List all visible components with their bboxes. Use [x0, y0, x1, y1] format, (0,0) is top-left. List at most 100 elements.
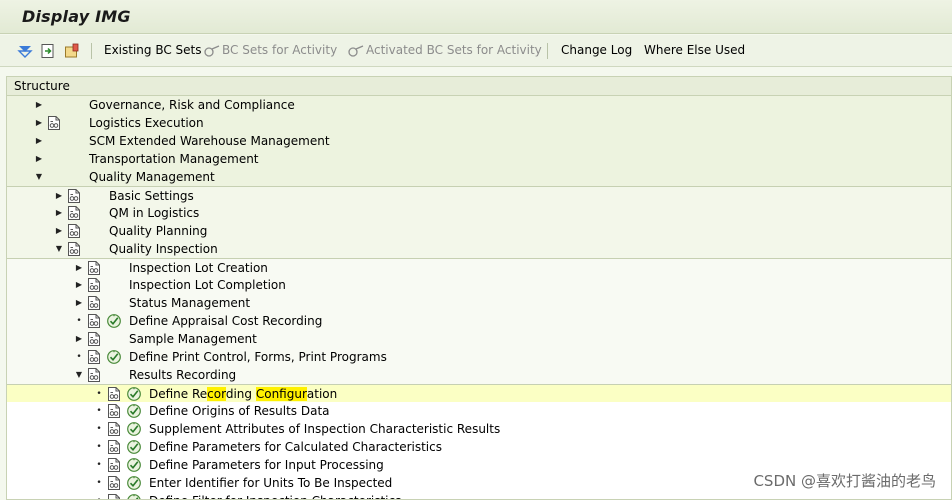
expand-arrow-icon[interactable]: ▶: [73, 330, 85, 348]
leaf-bullet-icon: •: [96, 442, 102, 452]
tree-node-label: Define Parameters for Input Processing: [149, 458, 384, 472]
expand-arrow-icon[interactable]: ▶: [73, 276, 85, 294]
tree-node-scm-extended-warehouse-management[interactable]: ▶ SCM Extended Warehouse Management: [7, 132, 951, 150]
tree-node-define-filter-for-inspection-characteristics[interactable]: • Define Filter for Inspection Characteri…: [7, 492, 951, 499]
watermark: CSDN @喜欢打酱油的老鸟: [753, 472, 936, 490]
tree-node-label: QM in Logistics: [109, 206, 200, 220]
change-log-button[interactable]: Change Log: [561, 43, 632, 57]
tree-node-label: Inspection Lot Creation: [129, 261, 268, 275]
activated-bc-set-icon: [347, 42, 365, 60]
collapse-arrow-icon[interactable]: ▼: [73, 366, 85, 384]
execute-activity-icon[interactable]: [126, 421, 142, 437]
documentation-icon[interactable]: [67, 242, 81, 256]
bookmark-folder-icon[interactable]: [63, 42, 81, 60]
documentation-icon[interactable]: [107, 440, 121, 454]
tree-node-label: Quality Planning: [109, 224, 208, 238]
documentation-icon[interactable]: [67, 224, 81, 238]
expand-arrow-icon[interactable]: ▶: [53, 204, 65, 222]
expand-arrow-icon[interactable]: ▶: [33, 150, 45, 168]
application-toolbar: Existing BC Sets BC Sets for Activity Ac…: [0, 35, 952, 67]
tree-node-results-recording[interactable]: ▼ Results Recording: [7, 366, 951, 384]
execute-activity-icon[interactable]: [126, 457, 142, 473]
tree-node-basic-settings[interactable]: ▶ Basic Settings: [7, 186, 951, 204]
tree-node-inspection-lot-completion[interactable]: ▶ Inspection Lot Completion: [7, 276, 951, 294]
execute-activity-icon[interactable]: [106, 349, 122, 365]
tree-node-quality-inspection[interactable]: ▼ Quality Inspection: [7, 240, 951, 258]
documentation-icon[interactable]: [107, 422, 121, 436]
tree-node-label: Define Print Control, Forms, Print Progr…: [129, 350, 387, 364]
label-segment: ation: [306, 387, 338, 401]
documentation-icon[interactable]: [107, 494, 121, 499]
tree-node-quality-management[interactable]: ▼ Quality Management: [7, 168, 951, 186]
structure-column-header: Structure: [7, 77, 951, 96]
tree-node-label: Sample Management: [129, 332, 257, 346]
bc-sets-for-activity-button[interactable]: BC Sets for Activity: [222, 43, 337, 57]
tree-node-label: Define Recording Configuration: [149, 385, 337, 403]
expand-subtree-icon[interactable]: [16, 42, 34, 60]
execute-activity-icon[interactable]: [126, 439, 142, 455]
documentation-icon[interactable]: [67, 206, 81, 220]
documentation-icon[interactable]: [107, 458, 121, 472]
documentation-icon[interactable]: [107, 476, 121, 490]
expand-arrow-icon[interactable]: ▶: [73, 294, 85, 312]
tree-node-sample-management[interactable]: ▶ Sample Management: [7, 330, 951, 348]
leaf-bullet-icon: •: [96, 406, 102, 416]
search-highlight: Configur: [255, 387, 307, 401]
documentation-icon[interactable]: [107, 404, 121, 418]
expand-arrow-icon[interactable]: ▶: [33, 96, 45, 114]
tree-node-label: Define Parameters for Calculated Charact…: [149, 440, 442, 454]
collapse-arrow-icon[interactable]: ▼: [53, 240, 65, 258]
tree-node-qm-in-logistics[interactable]: ▶ QM in Logistics: [7, 204, 951, 222]
tree-node-label: Inspection Lot Completion: [129, 278, 286, 292]
documentation-icon[interactable]: [87, 368, 101, 382]
label-segment: Define Re: [149, 387, 208, 401]
tree-node-define-origins-of-results-data[interactable]: • Define Origins of Results Data: [7, 402, 951, 420]
where-else-used-button[interactable]: Where Else Used: [644, 43, 745, 57]
documentation-icon[interactable]: [67, 189, 81, 203]
tree-node-quality-planning[interactable]: ▶ Quality Planning: [7, 222, 951, 240]
documentation-icon[interactable]: [47, 116, 61, 130]
documentation-icon[interactable]: [87, 314, 101, 328]
tree-node-inspection-lot-creation[interactable]: ▶ Inspection Lot Creation: [7, 258, 951, 276]
execute-activity-icon[interactable]: [106, 313, 122, 329]
tree-node-status-management[interactable]: ▶ Status Management: [7, 294, 951, 312]
leaf-bullet-icon: •: [96, 478, 102, 488]
tree-node-define-appraisal-cost-recording[interactable]: • Define Appraisal Cost Recording: [7, 312, 951, 330]
execute-activity-icon[interactable]: [126, 386, 142, 402]
tree-node-define-print-control-forms-print-programs[interactable]: • Define Print Control, Forms, Print Prog…: [7, 348, 951, 366]
existing-bc-sets-button[interactable]: Existing BC Sets: [104, 43, 202, 57]
tree-node-define-parameters-for-calculated-characteristics[interactable]: • Define Parameters for Calculated Charac…: [7, 438, 951, 456]
documentation-icon[interactable]: [87, 278, 101, 292]
documentation-icon[interactable]: [87, 350, 101, 364]
tree-node-label: Supplement Attributes of Inspection Char…: [149, 422, 501, 436]
expand-arrow-icon[interactable]: ▶: [53, 222, 65, 240]
position-icon[interactable]: [39, 42, 57, 60]
tree-node-label: Quality Management: [89, 170, 215, 184]
expand-arrow-icon[interactable]: ▶: [33, 132, 45, 150]
tree-node-label: Governance, Risk and Compliance: [89, 98, 295, 112]
tree-node-define-recording-configuration[interactable]: • Define Recording Configuration: [7, 384, 951, 402]
expand-arrow-icon[interactable]: ▶: [73, 259, 85, 277]
tree-node-governance-risk-and-compliance[interactable]: ▶ Governance, Risk and Compliance: [7, 96, 951, 114]
tree-node-label: Basic Settings: [109, 189, 194, 203]
expand-arrow-icon[interactable]: ▶: [33, 114, 45, 132]
tree-node-label: SCM Extended Warehouse Management: [89, 134, 330, 148]
documentation-icon[interactable]: [87, 296, 101, 310]
expand-arrow-icon[interactable]: ▶: [53, 187, 65, 205]
tree-node-transportation-management[interactable]: ▶ Transportation Management: [7, 150, 951, 168]
toolbar-separator: [547, 43, 548, 59]
documentation-icon[interactable]: [87, 261, 101, 275]
activated-bc-sets-for-activity-button[interactable]: Activated BC Sets for Activity: [366, 43, 542, 57]
execute-activity-icon[interactable]: [126, 403, 142, 419]
tree-node-supplement-attributes-of-inspection-characteristic-results[interactable]: • Supplement Attributes of Inspection Cha…: [7, 420, 951, 438]
collapse-arrow-icon[interactable]: ▼: [33, 168, 45, 186]
execute-activity-icon[interactable]: [126, 493, 142, 499]
documentation-icon[interactable]: [107, 387, 121, 401]
tree-node-label: Logistics Execution: [89, 116, 204, 130]
tree-node-label: Results Recording: [129, 368, 237, 382]
tree-node-logistics-execution[interactable]: ▶ Logistics Execution: [7, 114, 951, 132]
toolbar-separator: [91, 43, 92, 59]
img-structure-tree: Structure ▶ Governance, Risk and Complian…: [6, 76, 952, 500]
documentation-icon[interactable]: [87, 332, 101, 346]
execute-activity-icon[interactable]: [126, 475, 142, 491]
